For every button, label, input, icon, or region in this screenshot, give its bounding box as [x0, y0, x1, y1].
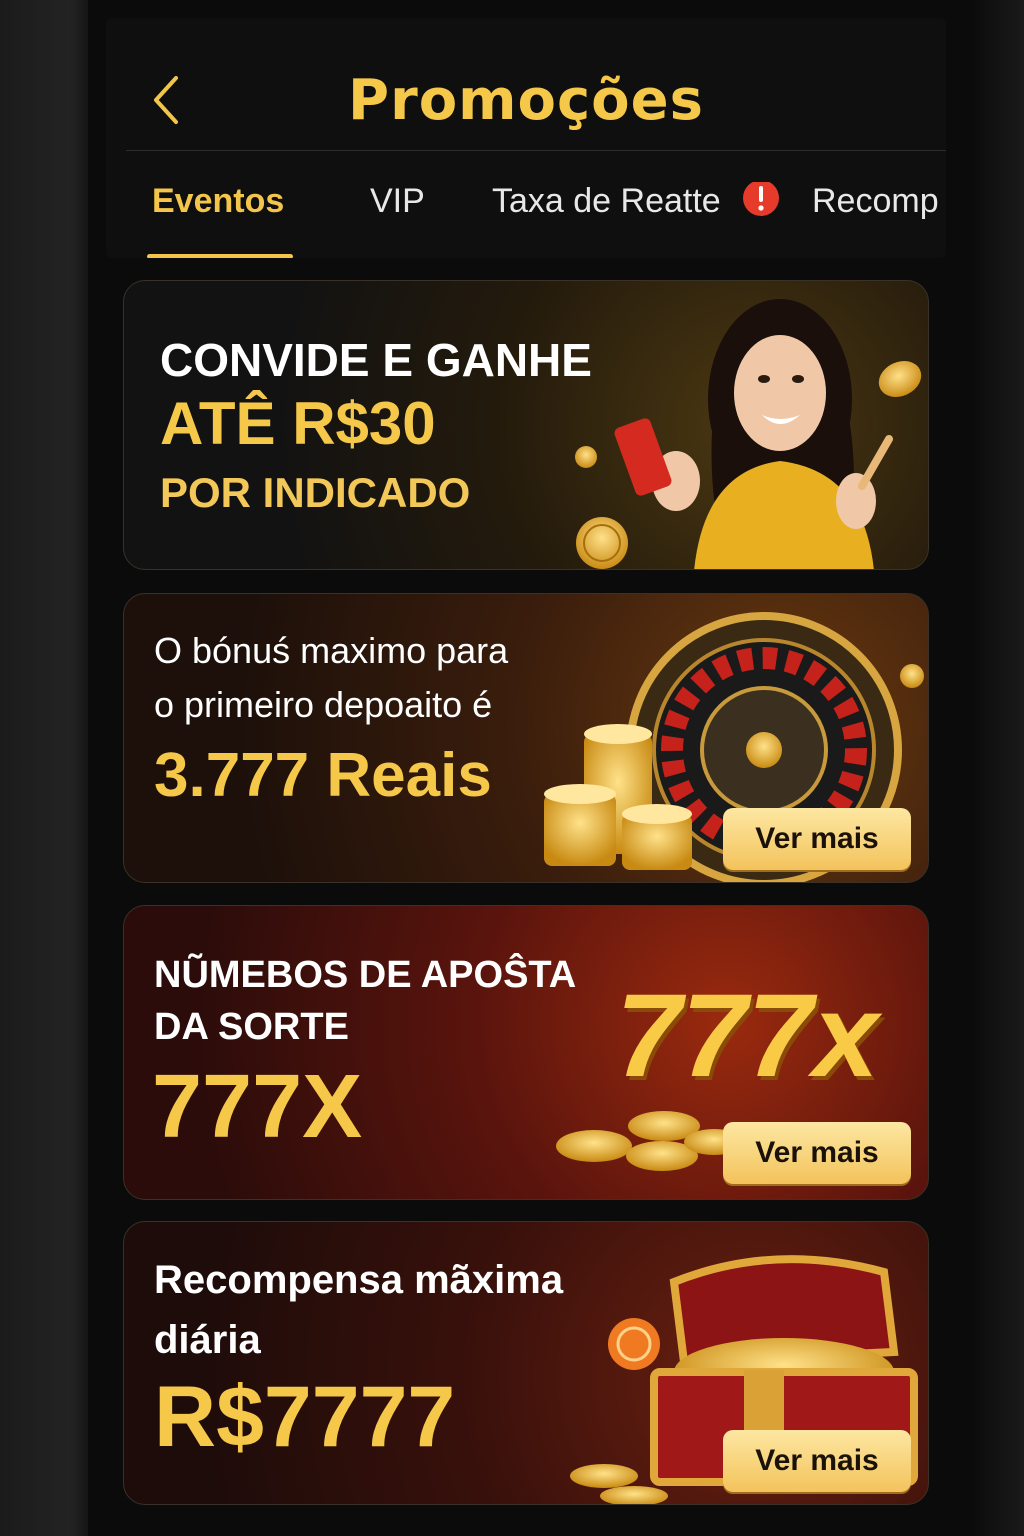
- tab-taxa[interactable]: Taxa de Reatte: [492, 182, 721, 258]
- promo-headline: NŨMEBOS DE APOŜTA: [154, 954, 577, 996]
- tab-bar: Eventos VIP Taxa de Reatte Recomp: [124, 182, 946, 258]
- see-more-button[interactable]: Ver mais: [723, 1122, 911, 1184]
- promo-card-first-deposit[interactable]: O bónuś maximo para o primeiro depoaito …: [123, 593, 929, 883]
- see-more-button[interactable]: Ver mais: [723, 1430, 911, 1492]
- promo-card-lucky-bet[interactable]: NŨMEBOS DE APOŜTA DA SORTE 777X 777x Ver…: [123, 905, 929, 1200]
- promo-headline: Recompensa mãxima: [154, 1258, 564, 1302]
- see-more-button[interactable]: Ver mais: [723, 808, 911, 870]
- left-backdrop: [0, 0, 88, 1536]
- promo-headline-2: diária: [154, 1318, 261, 1362]
- promo-amount: 777X: [152, 1057, 363, 1157]
- promo-card-daily-reward[interactable]: Recompensa mãxima diária R$7777 Ver mais: [123, 1221, 929, 1505]
- tab-recompensas[interactable]: Recomp: [812, 182, 939, 258]
- promo-amount: 3.777 Reais: [154, 741, 492, 810]
- page-title: Promoções: [348, 68, 704, 133]
- promo-headline-2: o primeiro depoaito é: [154, 684, 493, 725]
- tab-vip[interactable]: VIP: [370, 182, 425, 258]
- smiling-woman-illustration: [575, 299, 922, 569]
- promo-headline-2: DA SORTE: [154, 1006, 349, 1048]
- header-divider: [126, 150, 946, 151]
- tab-eventos[interactable]: Eventos: [152, 182, 284, 258]
- promo-headline: CONVIDE E GANHE: [160, 334, 592, 386]
- promo-card-referral[interactable]: CONVIDE E GANHE ATÊ R$30 POR INDICADO: [123, 280, 929, 570]
- header: Promoções Eventos VIP Taxa de Reatte Rec…: [106, 18, 946, 258]
- active-tab-indicator: [147, 254, 293, 258]
- promo-amount: ATÊ R$30: [160, 390, 436, 457]
- promo-multiplier-graphic: 777x: [616, 970, 879, 1102]
- promo-amount: R$7777: [154, 1369, 456, 1465]
- promo-subline: POR INDICADO: [160, 469, 471, 516]
- alert-icon: [743, 182, 779, 216]
- right-backdrop: [974, 0, 1024, 1536]
- promo-headline: O bónuś maximo para: [154, 630, 509, 671]
